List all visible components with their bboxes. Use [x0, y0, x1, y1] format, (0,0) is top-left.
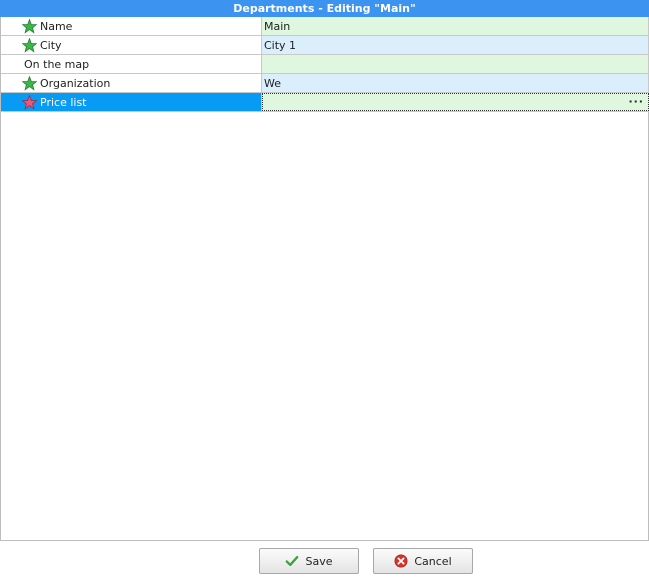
- field-label: Organization: [40, 76, 111, 90]
- field-label: City: [40, 38, 62, 52]
- green-star-icon: [19, 17, 39, 36]
- field-label-cell: Name: [1, 17, 262, 35]
- field-value-price-list[interactable]: ···: [262, 93, 649, 111]
- field-row-price-list[interactable]: Price list ···: [1, 93, 649, 112]
- save-button[interactable]: Save: [259, 548, 359, 574]
- field-value-organization[interactable]: We: [262, 74, 649, 92]
- no-icon: [19, 55, 23, 74]
- cancel-button[interactable]: Cancel: [373, 548, 473, 574]
- window-title: Departments - Editing "Main": [0, 0, 649, 17]
- field-row-on-the-map[interactable]: On the map: [1, 55, 649, 74]
- dialog-footer: Save Cancel: [0, 542, 649, 577]
- field-row-organization[interactable]: Organization We: [1, 74, 649, 93]
- field-row-city[interactable]: City City 1: [1, 36, 649, 55]
- cancel-button-label: Cancel: [414, 554, 452, 568]
- field-value-city[interactable]: City 1: [262, 36, 649, 54]
- green-star-icon: [19, 36, 39, 55]
- green-star-icon: [19, 74, 39, 93]
- field-value-name[interactable]: Main: [262, 17, 649, 35]
- field-label-cell: City: [1, 36, 262, 54]
- field-label: On the map: [24, 57, 90, 71]
- save-button-label: Save: [305, 554, 333, 568]
- field-label: Name: [40, 19, 73, 33]
- red-star-icon: [19, 93, 39, 112]
- field-label-cell: Price list: [1, 93, 262, 111]
- field-value-on-the-map[interactable]: [262, 55, 649, 73]
- checkmark-icon: [285, 554, 299, 568]
- property-grid: Name Main City City 1 On the map Organiz…: [0, 17, 649, 112]
- field-label-cell: Organization: [1, 74, 262, 92]
- cancel-icon: [394, 554, 408, 568]
- field-label-cell: On the map: [1, 55, 262, 73]
- field-row-name[interactable]: Name Main: [1, 17, 649, 36]
- ellipsis-button[interactable]: ···: [628, 94, 644, 109]
- field-label: Price list: [40, 95, 87, 109]
